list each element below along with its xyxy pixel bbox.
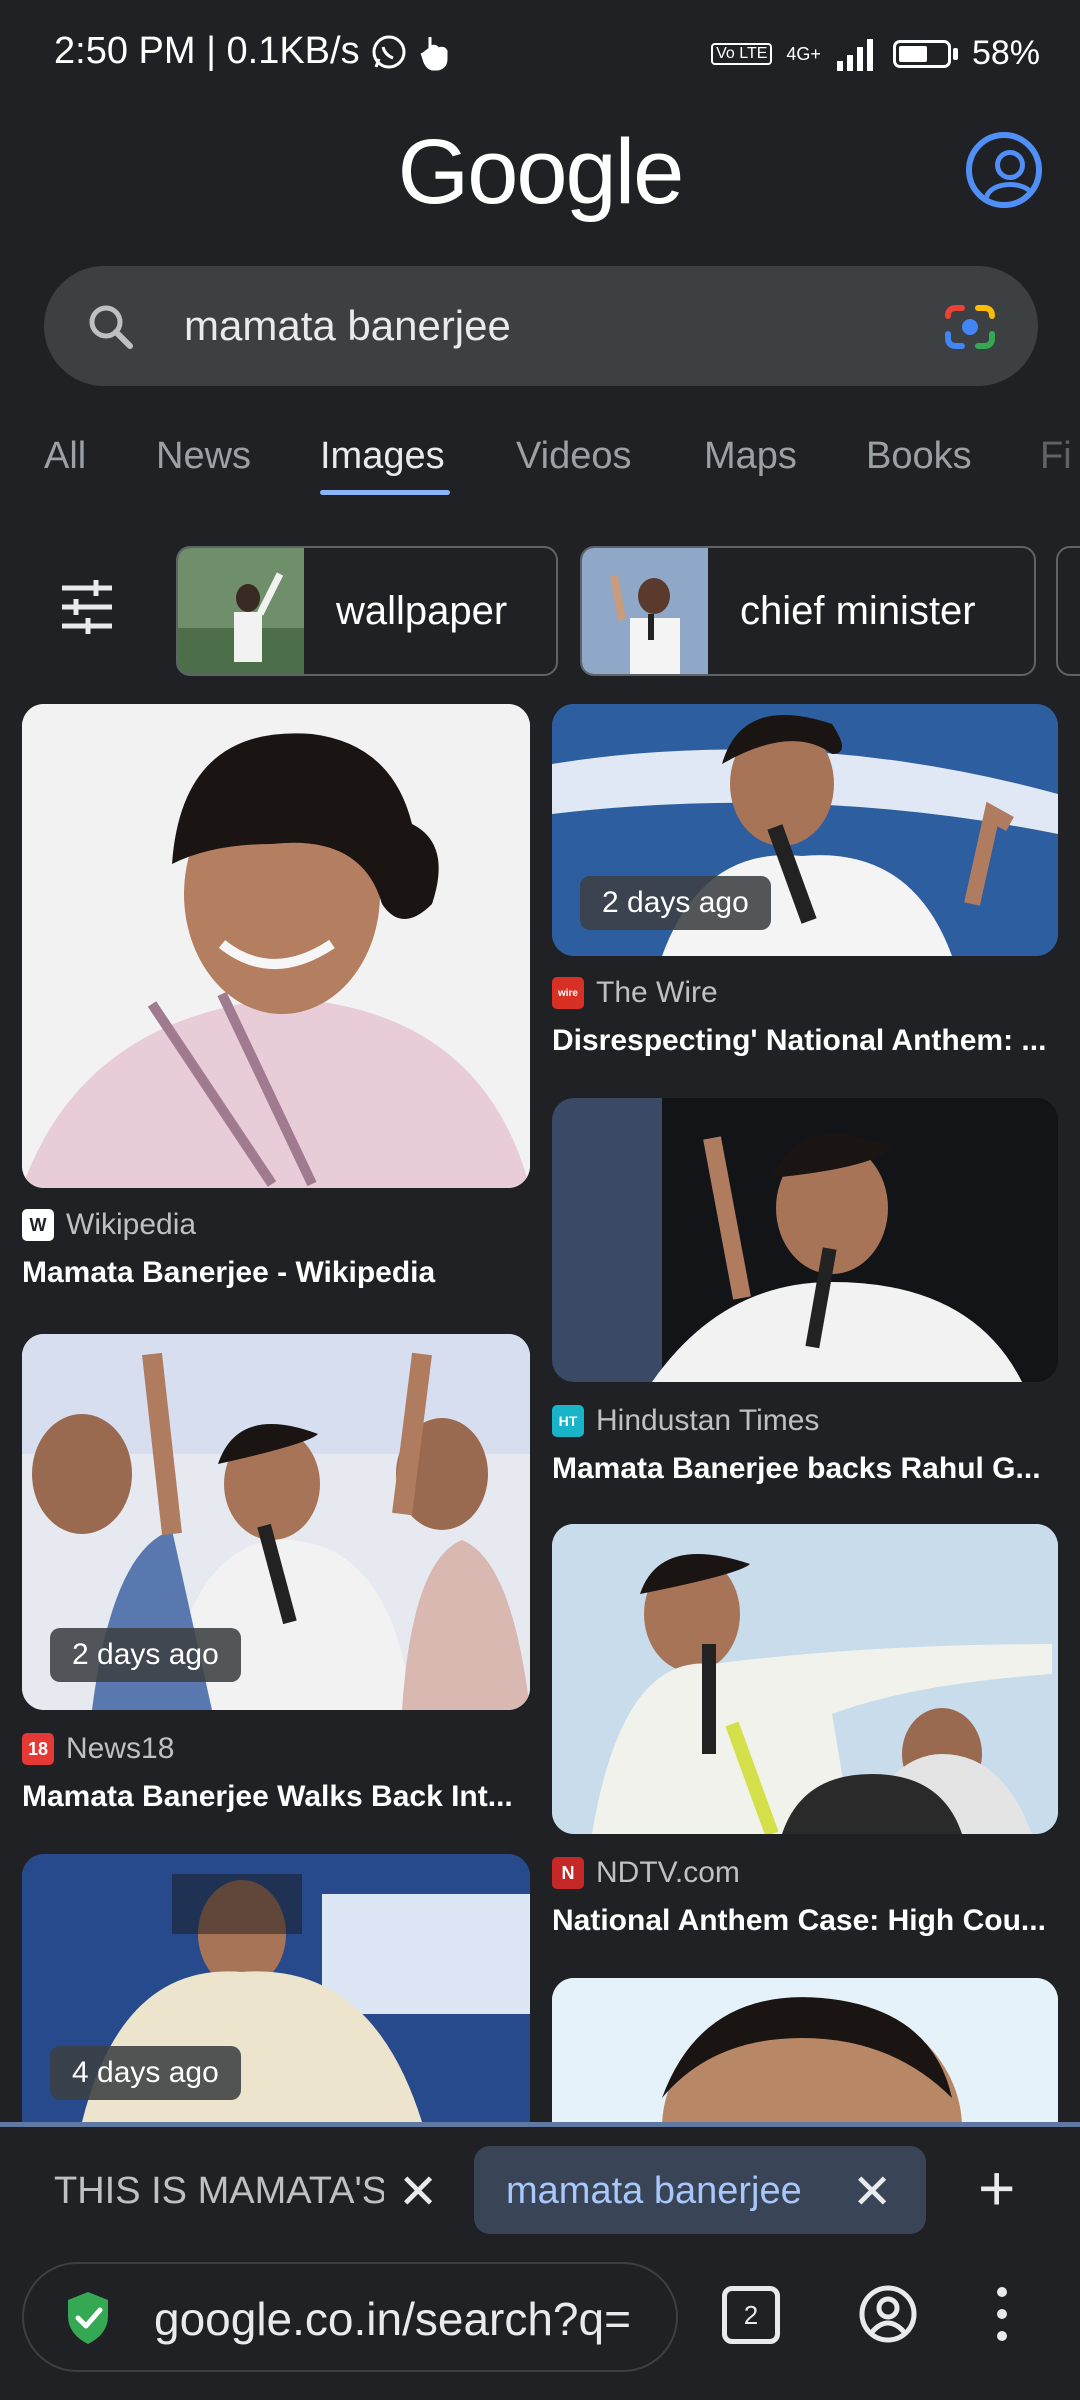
- result-source: 18 News18: [22, 1732, 174, 1766]
- result-title[interactable]: Disrespecting' National Anthem: ...: [552, 1024, 1058, 1058]
- result-title[interactable]: National Anthem Case: High Cou...: [552, 1904, 1058, 1938]
- source-name: Wikipedia: [66, 1208, 197, 1241]
- photo-graphic: [552, 1978, 1058, 2122]
- battery-icon: [892, 39, 951, 68]
- result-title[interactable]: Mamata Banerjee Walks Back Int...: [22, 1780, 532, 1814]
- battery-tip: [952, 47, 958, 60]
- result-image-ndtv[interactable]: [552, 1524, 1058, 1834]
- chip-label: wallpaper: [336, 588, 508, 633]
- account-icon: [995, 150, 1025, 180]
- tab-maps[interactable]: Maps: [704, 428, 797, 484]
- network-type: 4G+: [786, 43, 821, 64]
- result-source: HT Hindustan Times: [552, 1404, 819, 1438]
- tab-books[interactable]: Books: [866, 428, 972, 484]
- url-text[interactable]: google.co.in/search?q=m: [154, 2292, 634, 2346]
- result-image-partial-left[interactable]: 4 days ago: [22, 1854, 530, 2122]
- battery-percent: 58%: [971, 34, 1040, 72]
- tab-images[interactable]: Images: [320, 428, 445, 484]
- search-icon[interactable]: [84, 300, 136, 352]
- portrait-graphic: [22, 704, 530, 1188]
- result-image-partial-right[interactable]: [552, 1978, 1058, 2122]
- result-image-wikipedia[interactable]: [22, 704, 530, 1188]
- status-left: 2:50 PM | 0.1KB/s: [54, 30, 452, 73]
- tab-news[interactable]: News: [156, 428, 251, 484]
- account-button[interactable]: [966, 132, 1042, 208]
- time-badge: 2 days ago: [580, 876, 771, 930]
- result-image-hindustan-times[interactable]: [552, 1098, 1058, 1382]
- chip-wallpaper[interactable]: wallpaper: [176, 546, 558, 676]
- source-name: NDTV.com: [596, 1856, 740, 1889]
- touch-icon: [420, 36, 448, 70]
- signal-icon: [836, 38, 873, 71]
- news18-favicon-icon: 18: [22, 1733, 54, 1765]
- result-source: N NDTV.com: [552, 1856, 740, 1890]
- the-wire-favicon-icon: wire: [552, 977, 584, 1009]
- new-tab-button[interactable]: +: [978, 2156, 1015, 2220]
- chip-wallpaper-thumbnail: [178, 548, 304, 674]
- close-tab-2-icon[interactable]: ✕: [852, 2164, 892, 2220]
- google-logo[interactable]: Google: [0, 120, 1080, 225]
- tab-finance[interactable]: Fi: [1040, 428, 1072, 484]
- photo-graphic: [552, 1098, 1058, 1382]
- browser-tab-2-label[interactable]: mamata banerjee: [506, 2170, 802, 2213]
- hindustan-times-favicon-icon: HT: [552, 1405, 584, 1437]
- chip-chief-minister-thumbnail: [582, 548, 708, 674]
- profile-icon[interactable]: [858, 2284, 918, 2344]
- photo-graphic: [552, 1524, 1058, 1834]
- search-tabs: All News Images Videos Maps Books Fi: [0, 428, 1080, 508]
- chip-chief-minister[interactable]: chief minister: [580, 546, 1036, 676]
- status-right: Vo LTE 4G+ 58%: [711, 34, 1040, 73]
- chip-label: chief minister: [740, 588, 976, 633]
- tab-all[interactable]: All: [44, 428, 86, 484]
- browser-tab-1[interactable]: THIS IS MAMATA'S: [54, 2170, 384, 2213]
- status-time: 2:50 PM | 0.1KB/s: [54, 30, 360, 72]
- active-tab-indicator: [320, 490, 450, 495]
- result-source: W Wikipedia: [22, 1208, 196, 1242]
- result-source: wire The Wire: [552, 976, 718, 1010]
- result-title[interactable]: Mamata Banerjee backs Rahul G...: [552, 1452, 1058, 1486]
- time-badge: 2 days ago: [50, 1628, 241, 1682]
- tab-videos[interactable]: Videos: [516, 428, 632, 484]
- ndtv-favicon-icon: N: [552, 1857, 584, 1889]
- close-tab-1-icon[interactable]: ✕: [398, 2164, 438, 2220]
- more-options-icon[interactable]: [996, 2284, 1008, 2344]
- volte-badge: Vo LTE: [711, 42, 773, 65]
- tab-switcher-button[interactable]: 2: [722, 2286, 780, 2344]
- result-image-the-wire[interactable]: 2 days ago: [552, 704, 1058, 956]
- chip-more[interactable]: [1056, 546, 1080, 676]
- search-input[interactable]: mamata banerjee: [184, 300, 511, 352]
- secure-shield-icon[interactable]: [64, 2290, 112, 2346]
- wikipedia-favicon-icon: W: [22, 1209, 54, 1241]
- source-name: News18: [66, 1732, 175, 1765]
- google-lens-icon[interactable]: [942, 302, 998, 352]
- time-badge: 4 days ago: [50, 2046, 241, 2100]
- whatsapp-icon: [372, 35, 406, 68]
- filter-icon[interactable]: [58, 580, 116, 634]
- result-title[interactable]: Mamata Banerjee - Wikipedia: [22, 1256, 532, 1290]
- source-name: The Wire: [596, 976, 718, 1009]
- source-name: Hindustan Times: [596, 1404, 820, 1437]
- result-image-news18[interactable]: 2 days ago: [22, 1334, 530, 1710]
